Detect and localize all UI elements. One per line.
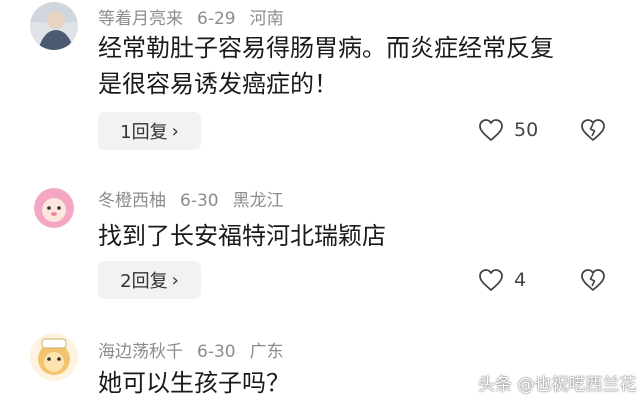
- user-avatar[interactable]: [30, 184, 78, 232]
- comment-text: 经常勒肚子容易得肠胃病。而炎症经常反复是很容易诱发癌症的！: [98, 34, 554, 98]
- dislike-button[interactable]: [580, 268, 606, 296]
- username[interactable]: 海边荡秋千: [98, 342, 183, 362]
- user-avatar[interactable]: [30, 333, 78, 381]
- comment-date: 6-29: [197, 9, 236, 29]
- reply-button[interactable]: 1回复 ›: [98, 112, 201, 150]
- comment-location: 黑龙江: [232, 191, 284, 211]
- cartoon-bear-avatar-icon: [30, 333, 78, 381]
- broken-heart-icon: [581, 269, 605, 291]
- comment-location: 广东: [249, 342, 284, 362]
- chevron-right-icon: ›: [171, 120, 179, 142]
- heart-icon: [479, 119, 503, 141]
- like-button[interactable]: 4: [478, 268, 526, 292]
- person-photo-avatar-icon: [30, 2, 78, 50]
- heart-icon: [479, 269, 503, 291]
- chevron-right-icon: ›: [171, 269, 179, 291]
- like-count: 4: [514, 269, 527, 291]
- dislike-button[interactable]: [580, 118, 606, 146]
- username[interactable]: 冬橙西柚: [98, 191, 166, 211]
- like-count: 50: [514, 119, 539, 141]
- comment-text: 找到了长安福特河北瑞颖店: [98, 222, 386, 250]
- reply-button[interactable]: 2回复 ›: [98, 261, 201, 299]
- reply-count-label: 1回复: [120, 122, 168, 143]
- comment-meta: 等着月亮来 6-29 河南: [98, 4, 298, 29]
- reply-count-label: 2回复: [120, 271, 168, 292]
- broken-heart-icon: [581, 119, 605, 141]
- comment-date: 6-30: [180, 191, 219, 211]
- username[interactable]: 等着月亮来: [98, 9, 183, 29]
- comment-meta: 海边荡秋千 6-30 广东: [98, 337, 298, 362]
- lion-avatar-icon: [30, 184, 78, 232]
- user-avatar[interactable]: [30, 2, 78, 50]
- like-button[interactable]: 50: [478, 118, 538, 142]
- comment-meta: 冬橙西柚 6-30 黑龙江: [98, 186, 298, 211]
- comment-date: 6-30: [197, 342, 236, 362]
- watermark: 头条 @也祝呓西兰花: [478, 375, 637, 395]
- comment-location: 河南: [249, 9, 284, 29]
